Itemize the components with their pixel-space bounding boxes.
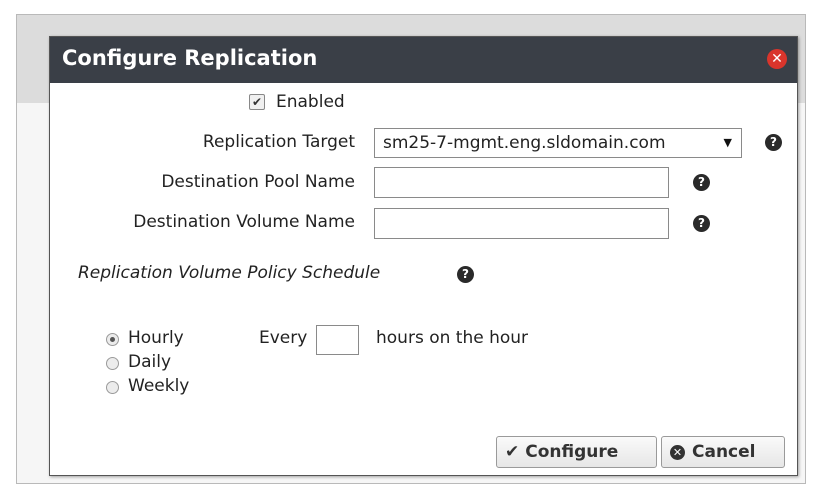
weekly-label: Weekly (128, 376, 190, 396)
replication-target-label: Replication Target (202, 132, 355, 152)
weekly-radio[interactable] (106, 381, 119, 394)
chevron-down-icon: ▼ (723, 136, 732, 149)
cancel-button-label: Cancel (692, 442, 756, 462)
configure-replication-dialog: Configure Replication ✕ ✔ Enabled Replic… (49, 36, 798, 476)
cancel-icon: ✕ (670, 445, 685, 460)
checkmark-icon: ✔ (505, 442, 520, 462)
destination-volume-name-help-icon[interactable]: ? (693, 215, 710, 232)
configure-button[interactable]: ✔ Configure (496, 436, 657, 468)
schedule-heading: Replication Volume Policy Schedule (78, 263, 381, 283)
destination-pool-name-label: Destination Pool Name (161, 172, 355, 192)
dialog-titlebar: Configure Replication ✕ (50, 37, 797, 83)
enabled-label: Enabled (276, 92, 345, 112)
configure-button-label: Configure (525, 442, 619, 462)
hours-suffix-label: hours on the hour (376, 328, 529, 348)
schedule-help-icon[interactable]: ? (457, 266, 474, 283)
dialog-title: Configure Replication (62, 46, 318, 70)
daily-radio[interactable] (106, 357, 119, 370)
close-icon[interactable]: ✕ (767, 49, 787, 69)
daily-label: Daily (128, 352, 172, 372)
replication-target-help-icon[interactable]: ? (765, 134, 782, 151)
hourly-label: Hourly (128, 328, 184, 348)
replication-target-select[interactable]: sm25-7-mgmt.eng.sldomain.com ▼ (374, 128, 742, 158)
destination-volume-name-label: Destination Volume Name (133, 212, 355, 232)
hourly-radio[interactable] (106, 333, 119, 346)
hours-interval-input[interactable] (316, 325, 359, 355)
every-label: Every (259, 328, 308, 348)
destination-pool-name-input[interactable] (374, 167, 669, 198)
replication-target-value: sm25-7-mgmt.eng.sldomain.com (383, 133, 666, 153)
enabled-checkbox[interactable]: ✔ (249, 94, 265, 110)
destination-pool-name-help-icon[interactable]: ? (693, 174, 710, 191)
cancel-button[interactable]: ✕ Cancel (661, 436, 785, 468)
destination-volume-name-input[interactable] (374, 208, 669, 239)
